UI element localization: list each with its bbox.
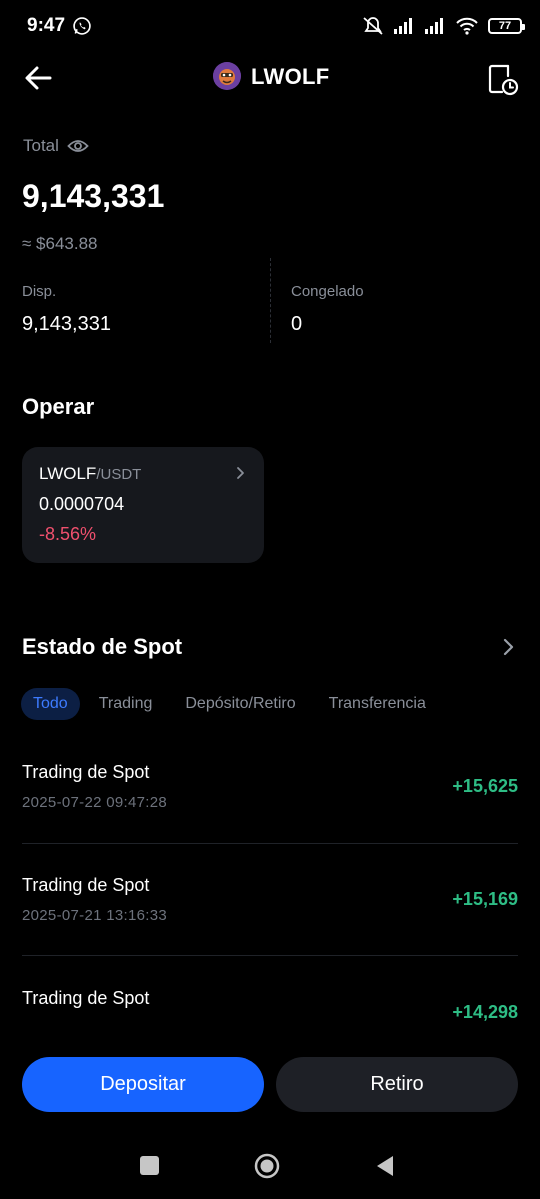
status-time: 9:47 xyxy=(27,15,66,36)
filter-tabs: Todo Trading Depósito/Retiro Transferenc… xyxy=(21,688,441,720)
tab-deposit-withdraw[interactable]: Depósito/Retiro xyxy=(173,688,307,720)
pair-quote: /USDT xyxy=(96,466,142,483)
available-value: 9,143,331 xyxy=(22,313,111,335)
whatsapp-icon xyxy=(73,17,91,35)
transaction-title: Trading de Spot xyxy=(22,988,150,1008)
back-arrow-icon[interactable] xyxy=(20,60,56,96)
mute-icon xyxy=(363,17,383,35)
home-icon[interactable] xyxy=(254,1153,280,1179)
transaction-amount: +15,625 xyxy=(452,776,518,796)
tab-todo[interactable]: Todo xyxy=(21,688,80,720)
chevron-right-icon[interactable] xyxy=(498,636,518,658)
transaction-row[interactable]: Trading de Spot +14,298 xyxy=(22,988,518,1048)
market-pair: LWOLF/USDT xyxy=(39,464,141,484)
transaction-amount: +15,169 xyxy=(452,889,518,909)
usd-equivalent: ≈ $643.88 xyxy=(22,234,98,253)
signal-icon xyxy=(394,18,412,34)
signal-icon xyxy=(425,18,443,34)
recent-apps-icon[interactable] xyxy=(140,1156,159,1175)
eye-icon[interactable] xyxy=(67,138,89,154)
total-label-text: Total xyxy=(23,136,59,155)
transaction-row[interactable]: Trading de Spot 2025-07-21 13:16:33 +15,… xyxy=(22,875,518,987)
deposit-button[interactable]: Depositar xyxy=(22,1057,264,1112)
market-change: -8.56% xyxy=(39,524,97,544)
tab-trading[interactable]: Trading xyxy=(87,688,165,720)
frozen-value: 0 xyxy=(291,313,303,335)
total-balance: 9,143,331 xyxy=(22,178,165,214)
available-label: Disp. xyxy=(22,283,57,300)
document-history-icon[interactable] xyxy=(486,60,520,96)
trade-section-title: Operar xyxy=(22,394,95,419)
page-title: LWOLF xyxy=(251,64,330,89)
chevron-right-icon xyxy=(237,467,244,479)
total-label: Total xyxy=(23,136,89,156)
transaction-amount: +14,298 xyxy=(452,1002,518,1022)
divider xyxy=(270,258,271,343)
transaction-title: Trading de Spot xyxy=(22,875,150,895)
frozen-label: Congelado xyxy=(291,283,364,300)
pair-base: LWOLF xyxy=(39,464,97,483)
wifi-icon xyxy=(456,17,478,35)
battery-icon: 77 xyxy=(488,18,525,34)
withdraw-button[interactable]: Retiro xyxy=(276,1057,518,1112)
transaction-row[interactable]: Trading de Spot 2025-07-22 09:47:28 +15,… xyxy=(22,762,518,874)
transaction-time: 2025-07-21 13:16:33 xyxy=(22,907,167,924)
row-divider xyxy=(22,843,518,844)
nav-back-icon[interactable] xyxy=(375,1154,395,1178)
market-price: 0.0000704 xyxy=(39,494,125,514)
coin-logo-icon xyxy=(213,62,241,90)
market-card[interactable]: LWOLF/USDT 0.0000704 -8.56% xyxy=(22,447,264,563)
transaction-title: Trading de Spot xyxy=(22,762,150,782)
status-icons: 77 xyxy=(362,16,525,36)
row-divider xyxy=(22,955,518,956)
tab-transfer[interactable]: Transferencia xyxy=(317,688,438,720)
transaction-time: 2025-07-22 09:47:28 xyxy=(22,794,167,811)
spot-status-title: Estado de Spot xyxy=(22,634,183,659)
